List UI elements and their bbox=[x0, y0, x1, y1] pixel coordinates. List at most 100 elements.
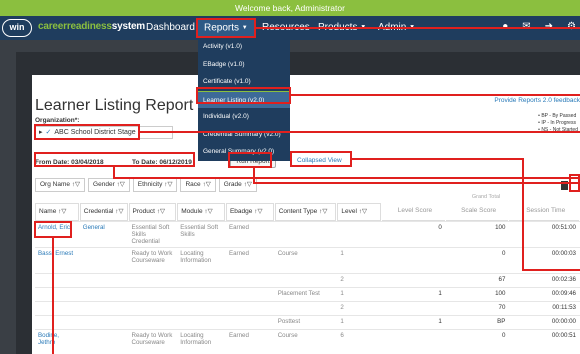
annotation-line bbox=[140, 131, 580, 133]
cell-ebadge: Earned bbox=[228, 332, 249, 339]
table-row: Bodine, Jethro Ready to Work Courseware Lo… bbox=[35, 329, 580, 354]
cell-credential[interactable]: General bbox=[80, 222, 128, 247]
cell-content-type: Course bbox=[277, 250, 298, 257]
col-ebadge[interactable]: Ebadge ↑▽ bbox=[225, 203, 274, 221]
brand-logo[interactable]: careerreadinesssystem bbox=[38, 21, 145, 32]
table-row: 2 67 00:02:36 bbox=[35, 273, 580, 287]
cell-level bbox=[337, 222, 381, 247]
table-body: Arnold, Eric General Essential Soft Skills… bbox=[35, 221, 580, 354]
col-name[interactable]: Name ↑▽ bbox=[35, 203, 79, 221]
cell-level: 2 bbox=[340, 276, 344, 283]
legend-item: • BP - By Passed bbox=[538, 113, 577, 119]
cell-content-type bbox=[275, 302, 337, 315]
filter-race[interactable]: Race ↑▽ bbox=[180, 178, 216, 192]
sort-icon: ↑▽ bbox=[243, 181, 252, 188]
cell-ebadge: Earned bbox=[228, 250, 249, 257]
cell-level-score: 1 bbox=[438, 290, 442, 297]
cell-module: Locating Information bbox=[180, 250, 212, 264]
report-panel: Learner Listing Report Provide Reports 2… bbox=[32, 75, 580, 354]
annotation-line bbox=[522, 269, 580, 271]
col-content-type[interactable]: Content Type ↑▽ bbox=[274, 203, 337, 221]
table-row: Bass, Ernest Ready to Work Courseware Loca… bbox=[35, 247, 580, 273]
col-label: Credential bbox=[83, 208, 114, 215]
sort-icon: ↑▽ bbox=[204, 208, 213, 215]
page-title: Learner Listing Report bbox=[35, 97, 194, 114]
feedback-link[interactable]: Provide Reports 2.0 feedback bbox=[494, 97, 580, 104]
win-logo[interactable]: win bbox=[2, 19, 32, 37]
col-scale-score: Scale Score bbox=[445, 203, 509, 221]
annotation-box bbox=[228, 152, 272, 168]
menu-item-credential-summary[interactable]: Credential Summary (v2.0) bbox=[198, 126, 290, 144]
cell-level: 1 bbox=[340, 290, 344, 297]
cell-level-score bbox=[382, 248, 445, 273]
cell-ebadge bbox=[226, 316, 274, 329]
col-credential[interactable]: Credential ↑▽ bbox=[79, 203, 128, 221]
sort-icon: ↑▽ bbox=[116, 181, 125, 188]
cell-content-type: Posttest bbox=[277, 318, 301, 325]
menu-item-ebadge[interactable]: EBadge (v1.0) bbox=[198, 56, 290, 74]
nav-dashboard[interactable]: Dashboard bbox=[146, 22, 195, 33]
legend-text: BP - By Passed bbox=[541, 113, 577, 119]
table-row: Placement Test 1 1 100 00:09:46 bbox=[35, 287, 580, 301]
filter-row: Org Name ↑▽ Gender ↑▽ Ethnicity ↑▽ Race … bbox=[35, 178, 257, 192]
cell-session-time: 00:02:36 bbox=[551, 276, 576, 283]
cell-name[interactable]: Bodine, Jethro bbox=[35, 330, 79, 354]
annotation-line bbox=[256, 27, 580, 29]
menu-item-activity[interactable]: Activity (v1.0) bbox=[198, 38, 290, 56]
annotation-line bbox=[253, 167, 255, 183]
cell-module: Essential Soft Skills bbox=[180, 224, 219, 238]
col-product[interactable]: Product ↑▽ bbox=[128, 203, 177, 221]
cell-module bbox=[177, 316, 225, 329]
col-label: Content Type bbox=[278, 208, 318, 215]
col-label: Name bbox=[39, 208, 57, 215]
cell-ebadge bbox=[226, 302, 274, 315]
cell-session-time: 00:09:46 bbox=[551, 290, 576, 297]
cell-credential bbox=[80, 330, 128, 354]
cell-level-score: 0 bbox=[438, 224, 442, 231]
col-label: Module bbox=[181, 208, 203, 215]
sort-icon: ↑▽ bbox=[254, 208, 263, 215]
cell-level: 6 bbox=[340, 332, 344, 339]
annotation-box bbox=[196, 87, 291, 104]
cell-credential bbox=[80, 302, 128, 315]
cell-name[interactable]: Bass, Ernest bbox=[35, 248, 79, 273]
cell-content-type bbox=[275, 274, 337, 287]
cell-product bbox=[129, 316, 177, 329]
table-row: 2 70 00:11:53 bbox=[35, 301, 580, 315]
legend-text: IP - In Progress bbox=[541, 120, 576, 126]
sort-icon: ↑▽ bbox=[58, 208, 67, 215]
col-module[interactable]: Module ↑▽ bbox=[177, 203, 225, 221]
cell-product bbox=[129, 302, 177, 315]
annotation-line bbox=[253, 182, 580, 184]
cell-module bbox=[177, 274, 225, 287]
annotation-line bbox=[352, 158, 524, 160]
annotation-line bbox=[113, 177, 580, 179]
filter-ethnicity[interactable]: Ethnicity ↑▽ bbox=[132, 178, 178, 192]
sort-icon: ↑▽ bbox=[164, 181, 173, 188]
cell-product: Ready to Work Courseware bbox=[131, 332, 173, 346]
cell-product: Ready to Work Courseware bbox=[131, 250, 173, 264]
cell-level: 1 bbox=[340, 250, 344, 257]
legend-item: • IP - In Progress bbox=[538, 120, 576, 126]
filter-grade[interactable]: Grade ↑▽ bbox=[218, 178, 257, 192]
col-level[interactable]: Level ↑▽ bbox=[337, 203, 382, 221]
sort-icon: ↑▽ bbox=[202, 181, 211, 188]
cell-name bbox=[35, 274, 79, 287]
welcome-bar: Welcome back, Administrator bbox=[0, 0, 580, 16]
cell-scale-score: 67 bbox=[498, 276, 506, 283]
sort-icon: ↑▽ bbox=[71, 181, 81, 188]
filter-label: Ethnicity bbox=[137, 181, 163, 188]
col-label: Level bbox=[341, 208, 357, 215]
menu-item-individual[interactable]: Individual (v2.0) bbox=[198, 108, 290, 126]
sort-icon: ↑▽ bbox=[156, 208, 165, 215]
filter-label: Race bbox=[185, 181, 201, 188]
cell-scale-score: 0 bbox=[501, 250, 506, 257]
cell-product bbox=[129, 274, 177, 287]
table-header: Name ↑▽ Credential ↑▽ Product ↑▽ Module … bbox=[35, 203, 580, 221]
filter-gender[interactable]: Gender ↑▽ bbox=[88, 178, 130, 192]
cell-credential bbox=[80, 288, 128, 301]
table-row: Posttest 1 1 BP 00:00:00 bbox=[35, 315, 580, 329]
col-session-time: Session Time bbox=[509, 203, 579, 221]
cell-product bbox=[129, 288, 177, 301]
filter-org-name[interactable]: Org Name ↑▽ bbox=[35, 178, 86, 192]
